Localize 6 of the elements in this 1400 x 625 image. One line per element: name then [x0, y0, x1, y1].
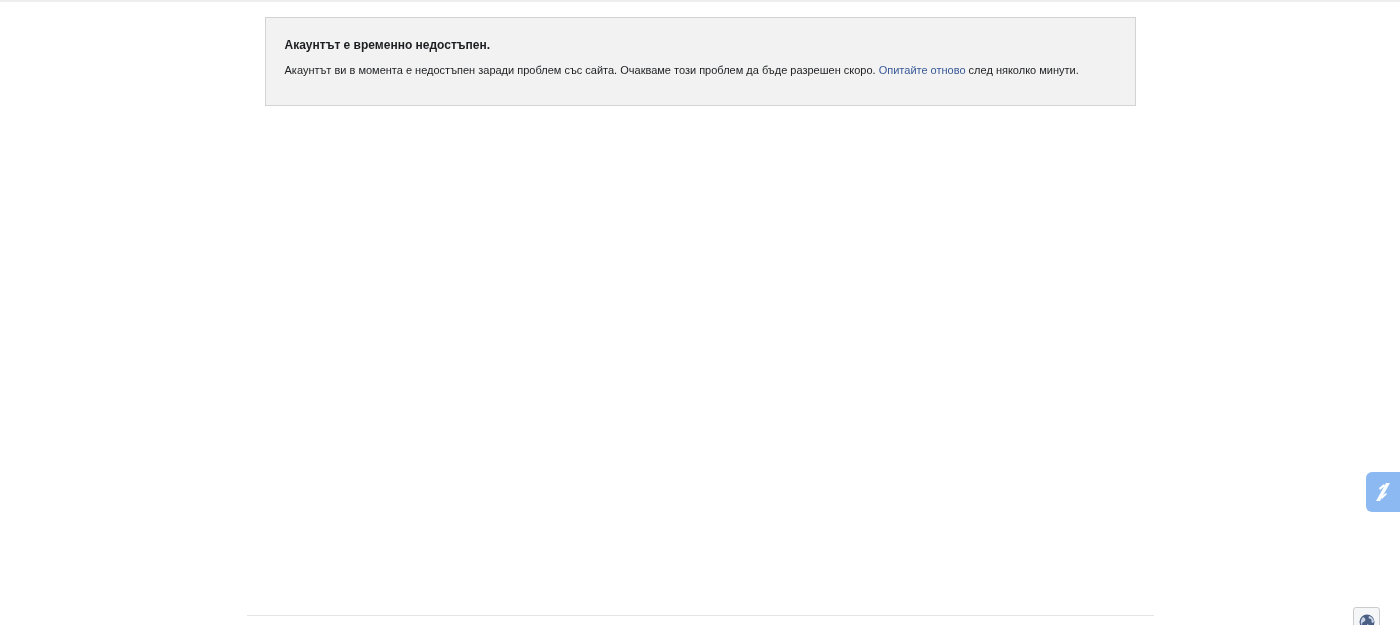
slash-logo-icon [1373, 481, 1393, 503]
language-button[interactable] [1353, 607, 1380, 625]
notice-message: Акаунтът ви в момента е недостъпен заради проблем със сайта. Очакваме този проблем да бъде разрешен скоро. Опитайте отново след няколко минути. [284, 63, 1080, 78]
notice-title: Акаунтът е временно недостъпен. [284, 37, 492, 53]
retry-link[interactable]: Опитайте отново [878, 64, 966, 76]
globe-icon [1358, 614, 1375, 625]
